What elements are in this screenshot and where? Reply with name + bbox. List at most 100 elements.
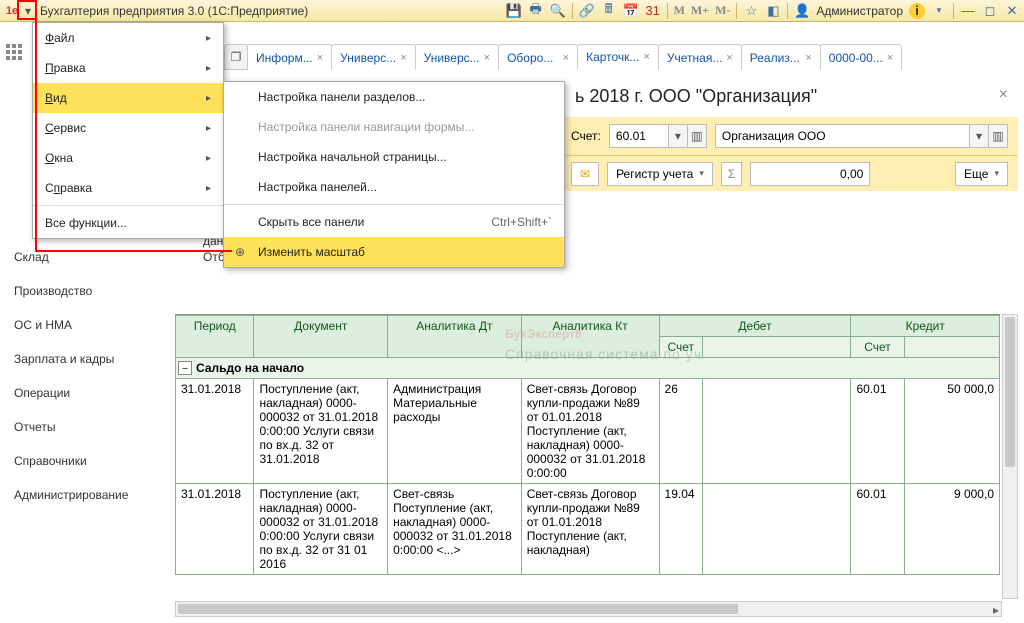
cell-dval <box>703 484 851 575</box>
more-button[interactable]: Еще▾ <box>955 162 1008 186</box>
menu-all-functions[interactable]: Все функции... <box>33 208 223 238</box>
tab-close-icon[interactable]: × <box>722 52 732 64</box>
doc-close-icon[interactable]: × <box>999 86 1008 104</box>
calendar-icon[interactable]: 📅 <box>623 3 639 19</box>
save-icon[interactable]: 💾 <box>506 3 522 19</box>
menu-help[interactable]: Справка▸ <box>33 173 223 203</box>
menu-windows[interactable]: Окна▸ <box>33 143 223 173</box>
tab-0000[interactable]: 0000-00...× <box>820 44 902 70</box>
print-icon[interactable]: 🖶 <box>528 3 544 19</box>
chevron-right-icon: ▸ <box>206 123 211 134</box>
sections-menu-icon[interactable] <box>6 44 24 62</box>
window-title: Бухгалтерия предприятия 3.0 (1С:Предприя… <box>40 4 308 18</box>
th-credit-acc: Счет <box>851 337 904 358</box>
tab-close-icon[interactable]: × <box>883 52 893 64</box>
maximize-icon[interactable]: ◻ <box>982 3 998 19</box>
tab-oboro[interactable]: Оборо...× <box>498 44 578 70</box>
mail-button[interactable]: ✉ <box>571 162 599 186</box>
account-field[interactable]: 60.01 <box>609 124 669 148</box>
info-dropdown-icon[interactable]: ▾ <box>931 3 947 19</box>
org-select-icon[interactable]: ▥ <box>988 124 1008 148</box>
tab-close-icon[interactable]: × <box>559 52 569 64</box>
scroll-right-icon[interactable]: ▸ <box>993 603 999 617</box>
sidebar-item-sklad[interactable]: Склад <box>0 240 170 274</box>
tab-inform[interactable]: Информ...× <box>247 44 332 70</box>
tab-close-icon[interactable]: × <box>639 51 649 63</box>
sub-hide-panels[interactable]: Скрыть все панелиCtrl+Shift+` <box>224 207 564 237</box>
cell-akt: Свет-связь Договор купли-продажи №89 от … <box>521 484 659 575</box>
minimize-icon[interactable]: — <box>960 3 976 19</box>
account-dropdown-icon[interactable]: ▾ <box>668 124 688 148</box>
saldo-row[interactable]: – Сальдо на начало <box>176 358 1000 379</box>
tab-univers2[interactable]: Универс...× <box>415 44 499 70</box>
sidebar-item-os-nma[interactable]: ОС и НМА <box>0 308 170 342</box>
register-button[interactable]: Регистр учета▾ <box>607 162 713 186</box>
separator <box>787 3 788 19</box>
separator <box>572 3 573 19</box>
info-icon[interactable]: i <box>909 3 925 19</box>
vertical-scrollbar[interactable] <box>1002 314 1018 599</box>
menu-view[interactable]: Вид▸ <box>33 83 223 113</box>
link-icon[interactable]: 🔗 <box>579 3 595 19</box>
calc-icon[interactable]: 🖩 <box>601 3 617 19</box>
sub-sections-panel[interactable]: Настройка панели разделов... <box>224 82 564 112</box>
account-select-icon[interactable]: ▥ <box>687 124 707 148</box>
tab-close-icon[interactable]: × <box>801 52 811 64</box>
report-table: Период Документ Аналитика Дт Аналитика К… <box>175 315 1000 575</box>
view-submenu: Настройка панели разделов... Настройка п… <box>223 81 565 268</box>
sidebar-item-proizvodstvo[interactable]: Производство <box>0 274 170 308</box>
org-field[interactable]: Организация ООО <box>715 124 970 148</box>
main-menu-popup: Файл▸ Правка▸ Вид▸ Сервис▸ Окна▸ Справка… <box>32 22 224 239</box>
cell-dacc: 26 <box>659 379 703 484</box>
cell-adt: Свет-связь Поступление (акт, накладная) … <box>388 484 522 575</box>
chevron-right-icon: ▸ <box>206 93 211 104</box>
memory-mplus[interactable]: M+ <box>691 3 709 18</box>
tab-close-icon[interactable]: × <box>396 52 406 64</box>
sidebar-item-operacii[interactable]: Операции <box>0 376 170 410</box>
close-icon[interactable]: ✕ <box>1004 3 1020 19</box>
sum-button[interactable]: Σ <box>721 162 742 186</box>
sub-change-scale[interactable]: ⊕ Изменить масштаб <box>224 237 564 267</box>
th-adt: Аналитика Дт <box>388 316 522 358</box>
date-icon[interactable]: 31 <box>645 3 661 19</box>
horizontal-scrollbar[interactable]: ▸ <box>175 601 1002 617</box>
org-dropdown-icon[interactable]: ▾ <box>969 124 989 148</box>
table-row[interactable]: 31.01.2018 Поступление (акт, накладная) … <box>176 379 1000 484</box>
menu-edit[interactable]: Правка▸ <box>33 53 223 83</box>
th-credit: Кредит <box>851 316 1000 337</box>
memory-mminus[interactable]: M- <box>715 3 730 18</box>
tab-close-icon[interactable]: × <box>313 52 323 64</box>
separator <box>736 3 737 19</box>
scrollbar-thumb[interactable] <box>1005 317 1015 467</box>
sub-start-page[interactable]: Настройка начальной страницы... <box>224 142 564 172</box>
favorite-icon[interactable]: ☆ <box>743 3 759 19</box>
tab-kartochk[interactable]: Карточк...× <box>577 44 659 70</box>
panel-icon[interactable]: ◧ <box>765 3 781 19</box>
tab-univers1[interactable]: Универс...× <box>331 44 415 70</box>
menu-service[interactable]: Сервис▸ <box>33 113 223 143</box>
preview-icon[interactable]: 🔍 <box>550 3 566 19</box>
cell-dval <box>703 379 851 484</box>
tab-realiz[interactable]: Реализ...× <box>741 44 821 70</box>
sidebar-item-otchety[interactable]: Отчеты <box>0 410 170 444</box>
tree-collapse-icon[interactable]: – <box>178 361 192 375</box>
sum-field[interactable]: 0,00 <box>750 162 870 186</box>
table-row[interactable]: 31.01.2018 Поступление (акт, накладная) … <box>176 484 1000 575</box>
zoom-icon: ⊕ <box>232 244 248 260</box>
memory-m[interactable]: M <box>674 3 685 18</box>
scrollbar-thumb[interactable] <box>178 604 738 614</box>
sub-panels[interactable]: Настройка панелей... <box>224 172 564 202</box>
cell-period: 31.01.2018 <box>176 379 254 484</box>
sidebar-item-admin[interactable]: Администрирование <box>0 478 170 512</box>
sidebar-item-zarplata[interactable]: Зарплата и кадры <box>0 342 170 376</box>
tab-close-icon[interactable]: × <box>480 52 490 64</box>
sidebar-item-spravochniki[interactable]: Справочники <box>0 444 170 478</box>
tab-uchetnaya[interactable]: Учетная...× <box>658 44 742 70</box>
account-label: Счет: <box>571 129 601 143</box>
app-menu-dropdown[interactable]: ▾ <box>20 4 36 18</box>
menu-file[interactable]: Файл▸ <box>33 23 223 53</box>
tabs-bar: ❐ Информ...× Универс...× Универс...× Обо… <box>224 40 1016 70</box>
user-label[interactable]: Администратор <box>816 4 903 18</box>
cell-akt: Свет-связь Договор купли-продажи №89 от … <box>521 379 659 484</box>
tabs-overflow-icon[interactable]: ❐ <box>224 44 248 70</box>
